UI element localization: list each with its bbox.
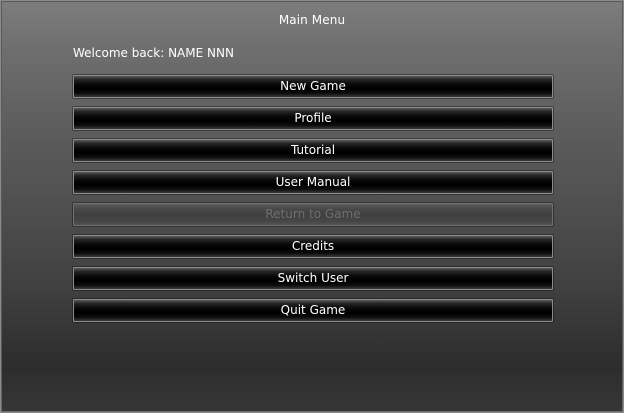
quit-game-button[interactable]: Quit Game	[73, 299, 553, 322]
main-menu: New Game Profile Tutorial User Manual Re…	[73, 75, 553, 331]
user-manual-button[interactable]: User Manual	[73, 171, 553, 194]
profile-button[interactable]: Profile	[73, 107, 553, 130]
return-to-game-button: Return to Game	[73, 203, 553, 226]
credits-button[interactable]: Credits	[73, 235, 553, 258]
welcome-message: Welcome back: NAME NNN	[73, 46, 234, 60]
main-menu-window: Main Menu Welcome back: NAME NNN New Gam…	[0, 0, 624, 413]
new-game-button[interactable]: New Game	[73, 75, 553, 98]
bottom-gloss	[1, 368, 623, 412]
window-title: Main Menu	[278, 13, 346, 27]
tutorial-button[interactable]: Tutorial	[73, 139, 553, 162]
switch-user-button[interactable]: Switch User	[73, 267, 553, 290]
